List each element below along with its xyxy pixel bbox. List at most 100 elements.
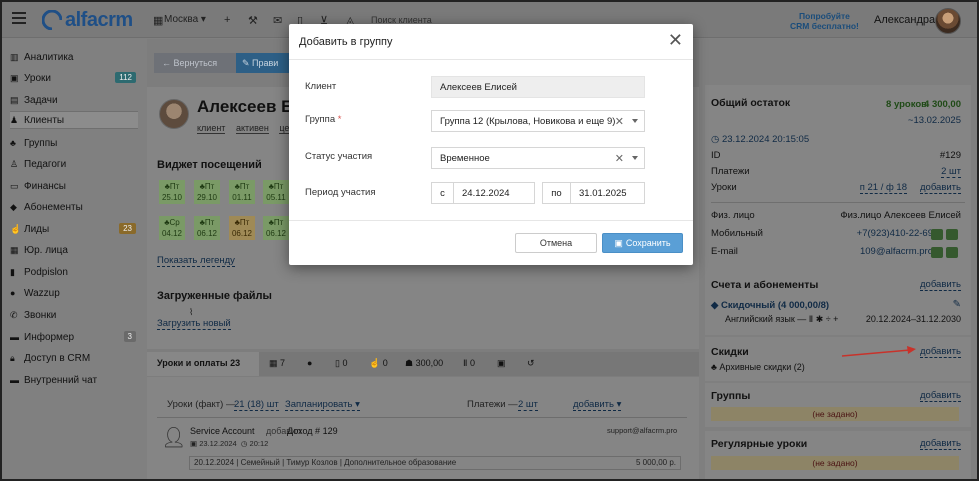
tag-active[interactable]: активен [235, 123, 269, 134]
avatar[interactable] [935, 8, 961, 34]
clock-icon: ◷ [240, 439, 248, 448]
lessons-add-link[interactable]: добавить [920, 182, 961, 194]
plan-dropdown[interactable]: Запланировать ▾ [285, 399, 360, 411]
plus-icon[interactable]: + [224, 14, 230, 26]
tab-tasks[interactable]: ▦ 7 [269, 358, 285, 369]
city-select[interactable]: Москва ▾ [164, 14, 206, 25]
close-icon[interactable]: ✕ [668, 30, 683, 50]
lessons-badge: 112 [115, 72, 136, 83]
tab-lessons-payments[interactable]: Уроки и оплаты 23 [157, 358, 240, 368]
modal-footer-divider [289, 220, 693, 221]
cancel-button[interactable]: Отмена [515, 233, 597, 253]
group-select[interactable]: Группа 12 (Крылова, Новикова и еще 9) ✕ [431, 110, 645, 132]
edit-button[interactable]: ✎ Прави [236, 53, 296, 73]
payments-add-dropdown[interactable]: добавить ▾ [573, 399, 622, 411]
chevron-down-icon[interactable] [632, 156, 638, 160]
logo[interactable]: alfacrm [42, 9, 133, 31]
lessons-fact-value[interactable]: 21 (18) шт [234, 399, 279, 411]
balance-datetime[interactable]: ◷ 23.12.2024 20:15:05 [711, 134, 809, 145]
sidebar-item-subscriptions[interactable]: ◆ Абонементы [10, 198, 138, 216]
tab-bonus[interactable]: ☗ 300,00 [405, 358, 443, 369]
period-to-input[interactable]: 31.01.2025 [570, 182, 645, 204]
back-button[interactable]: ← Вернуться [154, 53, 236, 73]
sidebar-item-crm-access[interactable]: 🔒︎ Доступ в CRM [10, 349, 138, 367]
pencil-icon[interactable]: ✎ [953, 299, 961, 310]
tab-docs[interactable]: ▯ 0 [335, 358, 347, 369]
period-from-input[interactable]: 24.12.2024 [453, 182, 535, 204]
logo-text: alfacrm [65, 8, 133, 31]
user-name[interactable]: Александра [874, 14, 935, 26]
sidebar-item-clients[interactable]: ♟ Клиенты [10, 111, 138, 129]
sidebar-item-finance[interactable]: ▭ Финансы [10, 177, 138, 195]
tabs-bar: Уроки и оплаты 23 ▦ 7 ● ▯ 0 ☝ 0 ☗ 300,00… [147, 352, 699, 376]
message-icon: ▬ [10, 375, 19, 385]
payments-count[interactable]: 2 шт [518, 399, 538, 411]
visit-day[interactable]: ♣Пт 06.12 [229, 216, 255, 240]
sidebar-item-calls[interactable]: ✆ Звонки [10, 306, 138, 324]
sidebar-item-legal[interactable]: ▦ Юр. лица [10, 241, 138, 259]
tab-chat[interactable]: ● [307, 358, 312, 368]
sidebar-item-podpislon[interactable]: ▮ Podpislon [10, 263, 138, 281]
group-value: Группа 12 (Крылова, Новикова и еще 9) [440, 115, 616, 127]
id-value: #129 [939, 150, 961, 161]
visit-day[interactable]: ♣Пт 29.10 [194, 180, 220, 204]
menu-icon[interactable] [12, 12, 26, 24]
visit-day[interactable]: ♣Ср 04.12 [159, 216, 185, 240]
entry-doc[interactable]: Доход # 129 [287, 426, 338, 436]
visit-day[interactable]: ♣Пт 06.12 [194, 216, 220, 240]
accounts-add-link[interactable]: добавить [920, 279, 961, 291]
tag-client[interactable]: клиент [197, 123, 226, 134]
visit-day[interactable]: ♣Пт 06.12 [263, 216, 289, 240]
divider [157, 417, 687, 418]
calendar-icon: ▣ [190, 439, 198, 448]
mobile-value[interactable]: +7(923)410-22-69 [857, 228, 933, 239]
email-message-button[interactable] [931, 247, 943, 258]
clear-icon[interactable]: ✕ [615, 115, 624, 128]
sidebar-item-tasks[interactable]: ▤ Задачи [10, 91, 138, 109]
sidebar-item-informer[interactable]: ▬ Информер 3 [10, 328, 138, 346]
sidebar-item-internal-chat[interactable]: ▬ Внутренний чат [10, 371, 138, 389]
visit-day[interactable]: ♣Пт 25.10 [159, 180, 185, 204]
sidebar-item-wazzup[interactable]: ● Wazzup [10, 284, 138, 302]
sidebar-item-leads[interactable]: ☝ Лиды 23 [10, 220, 138, 238]
doc-icon: ▮ [10, 266, 15, 277]
save-icon: ▣ [614, 237, 623, 248]
tariff-link[interactable]: ◆ Скидочный (4 000,00/8) [711, 300, 829, 311]
tab-pause[interactable]: Ⅱ 0 [463, 358, 475, 369]
regular-add-link[interactable]: добавить [920, 438, 961, 450]
mobile-edit-button[interactable] [946, 229, 958, 240]
tab-thumbs[interactable]: ☝ 0 [369, 358, 388, 369]
discounts-add-link[interactable]: добавить [920, 346, 961, 358]
status-select[interactable]: Временное ✕ [431, 147, 645, 169]
sidebar-item-groups[interactable]: ♣ Группы [10, 134, 138, 152]
tab-history[interactable]: ↺ [527, 358, 535, 369]
show-legend-link[interactable]: Показать легенду [157, 255, 235, 267]
sidebar-item-teachers[interactable]: ♙ Педагоги [10, 155, 138, 173]
visit-day[interactable]: ♣Пт 05.11 [263, 180, 289, 204]
payments-label: Платежи [711, 166, 750, 177]
payments-value[interactable]: 2 шт [941, 166, 961, 178]
email-edit-button[interactable] [946, 247, 958, 258]
email-value[interactable]: 109@alfacrm.pro [860, 246, 933, 257]
sidebar-item-lessons[interactable]: ▣ Уроки 112 [10, 69, 138, 87]
period-from-prefix: с [431, 182, 454, 204]
sidebar-item-analytics[interactable]: ▥ Аналитика [10, 48, 138, 66]
accounts-title: Счета и абонементы [711, 279, 819, 291]
clear-icon[interactable]: ✕ [615, 152, 624, 165]
promo-link[interactable]: Попробуйте CRM бесплатно! [790, 11, 859, 31]
wrench-icon[interactable]: ⚒ [248, 14, 258, 27]
mobile-message-button[interactable] [931, 229, 943, 240]
upload-new-link[interactable]: Загрузить новый [157, 318, 231, 330]
archive-discounts-link[interactable]: ♣ Архивные скидки (2) [711, 362, 805, 372]
tag-icon: ◆ [10, 201, 17, 212]
visit-day[interactable]: ♣Пт 01.11 [229, 180, 255, 204]
building-icon: ▦ [10, 244, 19, 255]
lessons-value[interactable]: п 21 / ф 18 [859, 182, 907, 194]
chevron-down-icon[interactable] [632, 119, 638, 123]
save-button[interactable]: ▣ Сохранить [602, 233, 683, 253]
tab-media[interactable]: ▣ [497, 358, 506, 369]
mail-icon[interactable]: ✉ [273, 14, 282, 27]
groups-add-link[interactable]: добавить [920, 390, 961, 402]
clock-icon: ◷ [711, 134, 722, 145]
tag-target[interactable]: це [279, 123, 290, 134]
